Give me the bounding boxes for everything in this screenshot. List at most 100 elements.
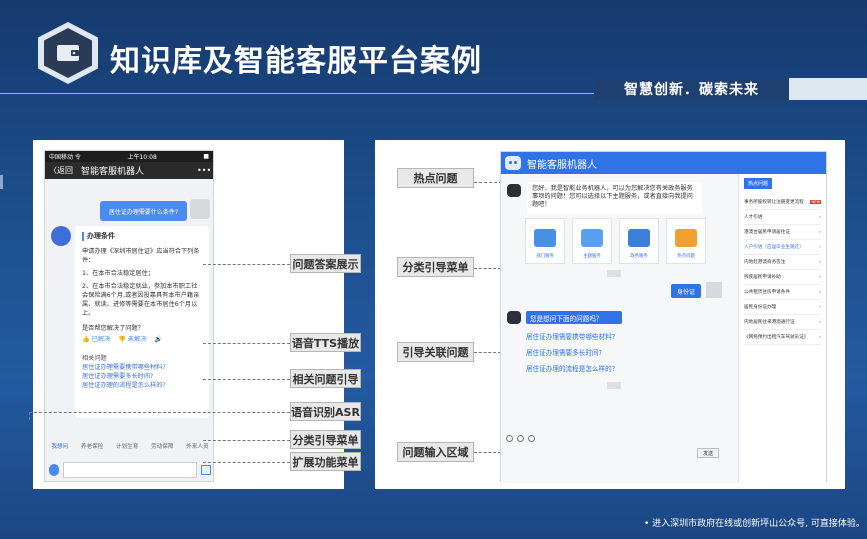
category-tab[interactable]: 外来人员 xyxy=(186,442,208,450)
callout-line xyxy=(29,412,290,413)
callout-answer-display: 问题答案展示 xyxy=(290,254,361,273)
user-avatar xyxy=(706,282,722,298)
feedback-question: 是否帮您解决了问题？ xyxy=(82,325,144,332)
greeting-bubble: 您好，我是智能业务机器人，可以为您解决您有关政务服务事项的问题！您可以选择以下主… xyxy=(527,182,702,214)
user-message-bubble: 身份证 xyxy=(671,284,701,298)
chat-area: 您好，我是智能业务机器人，可以为您解决您有关政务服务事项的问题！您可以选择以下主… xyxy=(501,174,738,483)
phone-title: 智能客服机器人 xyxy=(81,167,145,177)
status-time: 上午10:08 xyxy=(127,154,157,161)
more-icon[interactable]: ••• xyxy=(197,166,211,175)
feedback-yes-button[interactable]: 👍 已解决 xyxy=(82,335,110,344)
document-icon xyxy=(628,229,650,247)
service-card[interactable]: 热点问题 xyxy=(666,218,706,264)
user-avatar xyxy=(190,199,210,219)
phone-status-bar: 中国移动 令 上午10:08 ■ xyxy=(45,151,213,162)
more-button[interactable] xyxy=(607,382,621,389)
service-card[interactable]: 主题服务 xyxy=(572,218,612,264)
guide-question: 您是想问下面的问题吗？ xyxy=(526,311,622,324)
answer-box: 办理条件 申请办理《深圳市居住证》应当符合下列条件： 1、在本市合法稳定居住； … xyxy=(75,226,209,418)
guide-link[interactable]: 居住证办理的流程是怎么样的? xyxy=(526,363,615,373)
hot-question-item[interactable]: 入户引进（应届毕业生随迁） › xyxy=(744,240,821,255)
answer-line: 申请办理《深圳市居住证》应当符合下列条件： xyxy=(82,248,200,264)
slogan-accent xyxy=(789,78,867,100)
hot-question-item[interactable]: 内地居民往来港澳通行证 › xyxy=(744,315,821,330)
category-tab[interactable]: 劳动保障 xyxy=(151,442,173,450)
service-card[interactable]: 部门服务 xyxy=(525,218,565,264)
battery-icon: ■ xyxy=(203,153,209,160)
category-tab[interactable]: 养老保险 xyxy=(81,442,103,450)
desktop-title: 智能客服机器人 xyxy=(527,159,597,171)
hot-question-item[interactable]: 居民身份证办理 › xyxy=(744,300,821,315)
send-button[interactable]: 发送 xyxy=(697,448,719,458)
related-link[interactable]: 居住证办理的流程是怎么样的? xyxy=(82,381,202,390)
answer-line: 1、在本市合法稳定居住； xyxy=(82,270,154,277)
phone-text-input[interactable] xyxy=(63,462,197,478)
image-icon[interactable] xyxy=(517,435,524,442)
category-bar: 我想问 养老保险 计划生育 劳动保障 外来人员 xyxy=(45,439,215,453)
callout-related-guide: 相关问题引导 xyxy=(290,369,361,388)
callout-category-menu: 分类引导菜单 xyxy=(397,257,474,277)
hot-question-item[interactable]: 港澳台居民申请居住证 › xyxy=(744,225,821,240)
phone-input-row xyxy=(45,459,215,481)
hot-questions-sidebar: 热点问题 事务所股权转让注册变更流程 NEW 人才引进 › 港澳台居民申请居住证 › … xyxy=(738,174,826,483)
desktop-header: 智能客服机器人 xyxy=(501,152,826,174)
related-title: 相关问题 xyxy=(82,355,107,362)
hot-question-item[interactable]: 《网络预约出租汽车驾驶员证》 › xyxy=(744,330,821,345)
logo xyxy=(38,22,98,84)
hot-question-item[interactable]: 残疾居民申请补助 › xyxy=(744,270,821,285)
status-carrier: 中国移动 令 xyxy=(49,154,81,161)
category-tab[interactable]: 我想问 xyxy=(51,442,68,450)
hot-question-item[interactable]: 内地赴港澳商务签注 › xyxy=(744,255,821,270)
service-card[interactable]: 政务服务 xyxy=(619,218,659,264)
callout-line xyxy=(203,264,290,265)
callout-line xyxy=(203,440,290,441)
more-button[interactable] xyxy=(607,270,621,277)
phone-screen: 中国移动 令 上午10:08 ■ 〈返回 智能客服机器人 ••• 居住证办理需要… xyxy=(44,150,214,482)
hot-question-item[interactable]: 公共租赁住房申请条件 › xyxy=(744,285,821,300)
related-link[interactable]: 居住证办理需要携带哪些材料? xyxy=(82,363,202,372)
service-cards: 部门服务 主题服务 政务服务 热点问题 xyxy=(525,218,706,264)
hot-question-item[interactable]: 人才引进 › xyxy=(744,210,821,225)
desktop-chat-window: 智能客服机器人 您好，我是智能业务机器人，可以为您解决您有关政务服务事项的问题！… xyxy=(500,151,827,483)
callout-line xyxy=(29,412,30,420)
callout-line xyxy=(203,379,290,380)
hot-question-item[interactable]: 事务所股权转让注册变更流程 NEW xyxy=(744,195,821,210)
hot-icon xyxy=(675,229,697,247)
answer-line: 2、在本市合法稳定就业，参加本市职工社会保险满6个月,或者因投靠具有本市户籍亲属… xyxy=(82,283,200,317)
callout-input-area: 问题输入区域 xyxy=(397,442,474,462)
callout-extend-menu: 扩展功能菜单 xyxy=(290,452,361,471)
callout-related-guide: 引导关联问题 xyxy=(397,342,474,362)
desktop-showcase-panel: 热点问题 分类引导菜单 引导关联问题 问题输入区域 智能客服机器人 您好，我是智… xyxy=(375,140,845,489)
header: 知识库及智能客服平台案例 智慧创新．碳索未来 xyxy=(0,0,867,100)
category-tab[interactable]: 计划生育 xyxy=(116,442,138,450)
callout-line xyxy=(203,343,290,344)
emoji-icon[interactable] xyxy=(506,435,513,442)
department-icon xyxy=(534,229,556,247)
slogan: 智慧创新．碳索未来 xyxy=(594,78,789,100)
extend-menu-icon[interactable] xyxy=(201,465,211,475)
back-button[interactable]: 〈返回 xyxy=(49,165,77,176)
speaker-icon[interactable]: 🔊 xyxy=(154,335,162,344)
page-title: 知识库及智能客服平台案例 xyxy=(110,44,482,79)
side-marker xyxy=(0,175,3,189)
bot-avatar xyxy=(507,184,521,197)
wallet-icon xyxy=(57,45,79,61)
footer-note: • 进入深圳市政府在线或创新坪山公众号, 可直接体验。 xyxy=(644,519,865,529)
bot-avatar xyxy=(51,226,71,246)
favorite-icon[interactable] xyxy=(528,435,535,442)
bot-avatar xyxy=(507,311,521,324)
feedback-no-button[interactable]: 👎 未解决 xyxy=(118,335,146,344)
related-link[interactable]: 居住证办理需要多长时间? xyxy=(82,372,202,381)
feedback-row: 👍 已解决 👎 未解决 🔊 xyxy=(82,335,202,344)
callout-hot-questions: 热点问题 xyxy=(397,168,474,188)
callout-line xyxy=(203,462,290,463)
user-question-bubble: 居住证办理需要什么条件? xyxy=(100,201,187,221)
mobile-showcase-panel: 中国移动 令 上午10:08 ■ 〈返回 智能客服机器人 ••• 居住证办理需要… xyxy=(29,140,361,489)
guide-link[interactable]: 居住证办理需要多长时间? xyxy=(526,347,602,357)
input-toolbar xyxy=(506,435,535,442)
answer-title: 办理条件 xyxy=(82,232,202,241)
callout-tts: 语音TTS播放 xyxy=(290,333,361,352)
microphone-icon[interactable] xyxy=(49,464,59,476)
guide-link[interactable]: 居住证办理需要携带哪些材料? xyxy=(526,331,615,341)
hot-questions-tab[interactable]: 热点问题 xyxy=(744,178,773,189)
